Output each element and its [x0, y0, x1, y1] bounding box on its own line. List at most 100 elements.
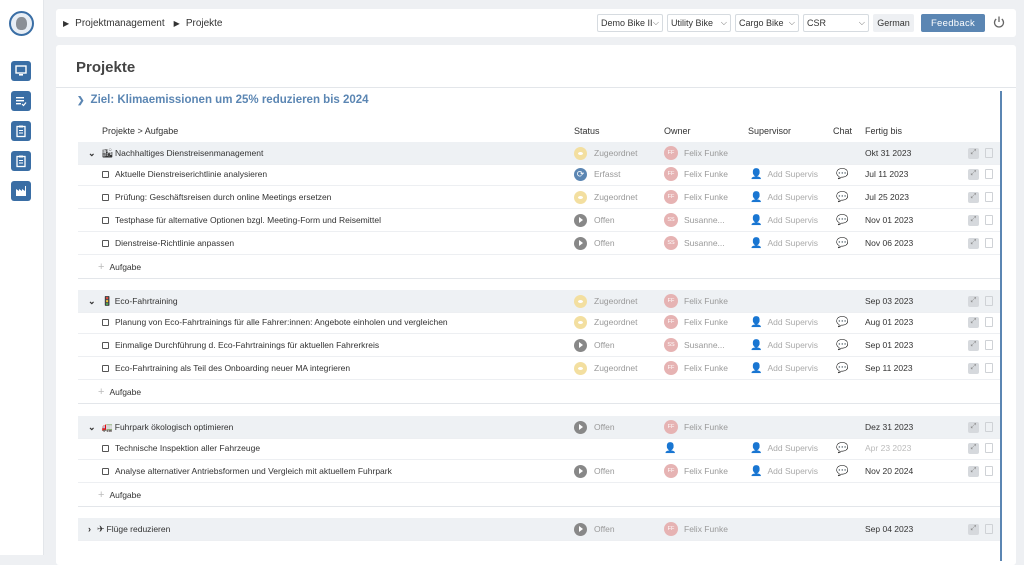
expand-icon[interactable]: ⤢ [968, 339, 979, 351]
chat-cell[interactable]: 💬 [836, 232, 848, 254]
expand-icon[interactable]: ⤢ [968, 316, 979, 328]
sidebar-item-clipboard[interactable] [11, 121, 31, 141]
due-date[interactable]: Sep 01 2023 [865, 334, 913, 356]
task-row[interactable]: Analyse alternativer Antriebsformen und … [78, 460, 1000, 483]
status-cell[interactable]: Zugeordnet [574, 290, 637, 312]
owner-cell[interactable]: FF Felix Funke [664, 142, 728, 164]
col-header-project[interactable]: Projekte > Aufgabe [102, 126, 178, 136]
task-checkbox[interactable] [102, 318, 109, 326]
select-category[interactable]: CSR ⌵ [803, 14, 869, 32]
expand-icon[interactable]: ⤢ [968, 442, 979, 454]
supervisor-cell[interactable]: 👤 Add Supervis [750, 334, 818, 356]
trash-icon[interactable] [985, 422, 993, 432]
due-date[interactable]: Sep 04 2023 [865, 518, 913, 540]
status-cell[interactable]: Zugeordnet [574, 186, 637, 208]
supervisor-cell[interactable]: 👤 Add Supervis [750, 357, 818, 379]
group-row[interactable]: ⌄ 🚦 Eco-Fahrtraining Zugeordnet FF Felix… [78, 290, 1000, 313]
select-model[interactable]: Cargo Bike ⌵ [735, 14, 799, 32]
task-row[interactable]: Planung von Eco-Fahrtrainings für alle F… [78, 311, 1000, 334]
task-checkbox[interactable] [102, 193, 109, 201]
chat-cell[interactable]: 💬 [836, 357, 848, 379]
owner-cell[interactable]: FF Felix Funke [664, 357, 728, 379]
trash-icon[interactable] [985, 296, 993, 306]
expand-icon[interactable]: ⤢ [968, 147, 979, 159]
task-row[interactable]: Eco-Fahrtraining als Teil des Onboarding… [78, 357, 1000, 380]
due-date[interactable]: Jul 25 2023 [865, 186, 909, 208]
due-date[interactable]: Dez 31 2023 [865, 416, 913, 438]
breadcrumb-item-projektmanagement[interactable]: Projektmanagement [75, 18, 165, 29]
select-product-line[interactable]: Demo Bike II ⌵ [597, 14, 663, 32]
trash-icon[interactable] [985, 466, 993, 476]
task-row[interactable]: Aktuelle Dienstreiserichtlinie analysier… [78, 163, 1000, 186]
owner-cell[interactable]: FF Felix Funke [664, 163, 728, 185]
chat-cell[interactable]: 💬 [836, 209, 848, 231]
trash-icon[interactable] [985, 238, 993, 248]
status-cell[interactable]: Offen [574, 334, 615, 356]
trash-icon[interactable] [985, 524, 993, 534]
owner-cell[interactable]: SS Susanne... [664, 209, 725, 231]
supervisor-cell[interactable]: 👤 Add Supervis [750, 186, 818, 208]
supervisor-cell[interactable]: 👤 Add Supervis [750, 311, 818, 333]
owner-cell[interactable]: FF Felix Funke [664, 416, 728, 438]
select-bike-type[interactable]: Utility Bike ⌵ [667, 14, 731, 32]
chevron-down-icon[interactable]: ⌄ [88, 422, 96, 433]
expand-icon[interactable]: ⤢ [968, 214, 979, 226]
user-avatar[interactable] [9, 11, 34, 36]
power-icon[interactable] [992, 15, 1006, 29]
status-cell[interactable]: Offen [574, 460, 615, 482]
col-header-chat[interactable]: Chat [833, 126, 852, 136]
goal-header[interactable]: ❯ Ziel: Klimaemissionen um 25% reduzieren… [77, 94, 369, 106]
due-date[interactable]: Apr 23 2023 [865, 437, 911, 459]
col-header-supervisor[interactable]: Supervisor [748, 126, 791, 136]
owner-cell[interactable]: FF Felix Funke [664, 460, 728, 482]
owner-cell[interactable]: SS Susanne... [664, 334, 725, 356]
add-task-row[interactable]: + Aufgabe [78, 483, 1000, 506]
status-cell[interactable]: Offen [574, 416, 615, 438]
group-row[interactable]: ⌄ 🏙 Nachhaltiges Dienstreisenmanagement … [78, 142, 1000, 165]
expand-icon[interactable]: ⤢ [968, 465, 979, 477]
status-cell[interactable]: Zugeordnet [574, 142, 637, 164]
status-cell[interactable]: Offen [574, 209, 615, 231]
sidebar-item-factory[interactable] [11, 181, 31, 201]
chat-cell[interactable]: 💬 [836, 186, 848, 208]
expand-icon[interactable]: ⤢ [968, 295, 979, 307]
supervisor-cell[interactable]: 👤 Add Supervis [750, 209, 818, 231]
task-checkbox[interactable] [102, 467, 109, 475]
breadcrumb-item-projekte[interactable]: Projekte [186, 18, 223, 29]
scrollbar[interactable] [1000, 91, 1002, 561]
task-checkbox[interactable] [102, 341, 109, 349]
language-button[interactable]: German [873, 14, 914, 32]
task-row[interactable]: Testphase für alternative Optionen bzgl.… [78, 209, 1000, 232]
trash-icon[interactable] [985, 317, 993, 327]
trash-icon[interactable] [985, 192, 993, 202]
due-date[interactable]: Nov 20 2024 [865, 460, 913, 482]
trash-icon[interactable] [985, 340, 993, 350]
supervisor-cell[interactable]: 👤 Add Supervis [750, 232, 818, 254]
trash-icon[interactable] [985, 148, 993, 158]
owner-cell[interactable]: FF Felix Funke [664, 186, 728, 208]
expand-icon[interactable]: ⤢ [968, 168, 979, 180]
add-task-row[interactable]: + Aufgabe [78, 255, 1000, 278]
task-row[interactable]: Dienstreise-Richtlinie anpassen Offen SS… [78, 232, 1000, 255]
expand-icon[interactable]: ⤢ [968, 523, 979, 535]
due-date[interactable]: Sep 03 2023 [865, 290, 913, 312]
col-header-status[interactable]: Status [574, 126, 600, 136]
sidebar-item-reports[interactable] [11, 151, 31, 171]
due-date[interactable]: Nov 01 2023 [865, 209, 913, 231]
chat-cell[interactable]: 💬 [836, 163, 848, 185]
trash-icon[interactable] [985, 215, 993, 225]
sidebar-item-dashboard[interactable] [11, 61, 31, 81]
expand-icon[interactable]: ⤢ [968, 237, 979, 249]
chevron-down-icon[interactable]: ⌄ [88, 148, 96, 159]
owner-cell[interactable]: FF Felix Funke [664, 311, 728, 333]
task-row[interactable]: Einmalige Durchführung d. Eco-Fahrtraini… [78, 334, 1000, 357]
group-row[interactable]: › ✈ Flüge reduzieren Offen FF Felix Funk… [78, 518, 1000, 541]
trash-icon[interactable] [985, 169, 993, 179]
expand-icon[interactable]: ⤢ [968, 191, 979, 203]
status-cell[interactable]: Zugeordnet [574, 311, 637, 333]
due-date[interactable]: Aug 01 2023 [865, 311, 913, 333]
supervisor-cell[interactable]: 👤 Add Supervis [750, 460, 818, 482]
due-date[interactable]: Jul 11 2023 [865, 163, 908, 185]
col-header-owner[interactable]: Owner [664, 126, 691, 136]
chat-cell[interactable]: 💬 [836, 334, 848, 356]
